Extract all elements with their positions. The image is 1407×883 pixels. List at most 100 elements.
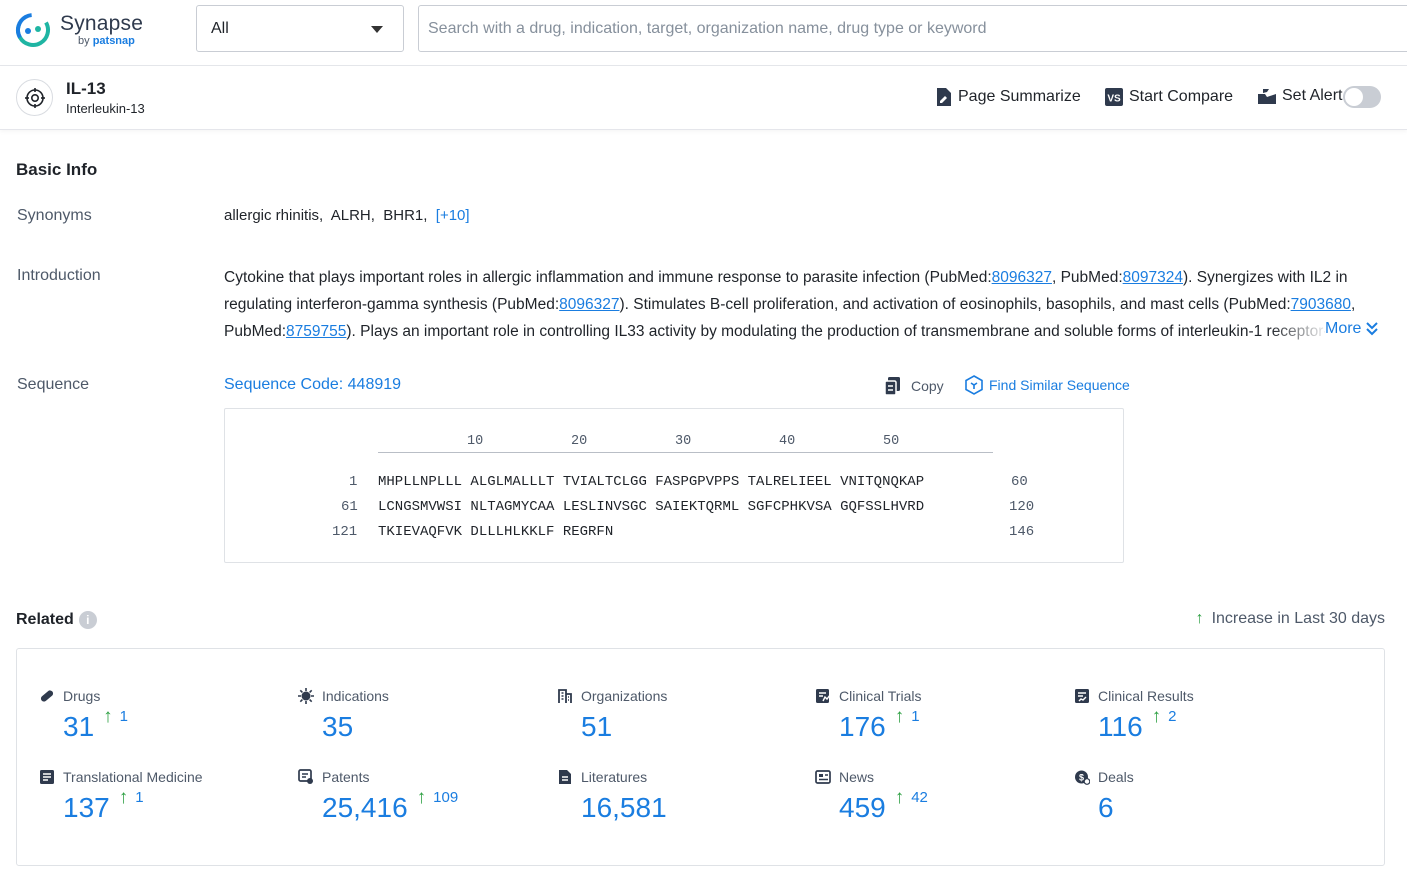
pubmed-link[interactable]: 7903680 [1291, 296, 1351, 313]
alert-toggle[interactable] [1343, 86, 1381, 108]
arrow-up-icon: ↑ [417, 788, 427, 808]
brand-by: by [78, 35, 90, 47]
target-icon [16, 79, 53, 116]
synonym-item: allergic rhinitis, [224, 207, 323, 224]
entity-title: IL-13 [66, 79, 106, 99]
introduction-more-button[interactable]: More [1325, 320, 1379, 338]
find-similar-sequence-button[interactable]: Find Similar Sequence [964, 375, 1130, 395]
stat-clinical-trials[interactable]: Clinical Trials 176↑1 [815, 687, 921, 705]
intro-text-segment: ). Stimulates B-cell proliferation, and … [619, 296, 1290, 313]
stat-value: 51 [581, 711, 612, 743]
search-input[interactable] [418, 5, 1407, 52]
stat-label: Clinical Trials [839, 688, 921, 704]
search-scope-select[interactable]: All [196, 5, 404, 52]
basic-info-title: Basic Info [16, 160, 97, 180]
stat-label: Patents [322, 769, 369, 785]
sequence-start-number: 1 [349, 474, 357, 490]
increase-legend-label: Increase in Last 30 days [1212, 610, 1385, 628]
synonym-item: ALRH, [331, 207, 375, 224]
sequence-residues: MHPLLNPLLL ALGLMALLLT TVIALTCLGG FASPGPV… [378, 474, 924, 490]
caret-down-icon [371, 26, 383, 33]
ruler-tick: 50 [883, 434, 899, 449]
introduction-text: Cytokine that plays important roles in a… [224, 264, 1384, 345]
stat-value: 31 [63, 711, 94, 743]
stat-value: 35 [322, 711, 353, 743]
stat-delta-value: 1 [911, 707, 919, 727]
sequence-start-number: 61 [341, 499, 358, 515]
intro-text-segment: ). Plays an important role in controllin… [224, 323, 1365, 345]
synonyms-more-link[interactable]: [+10] [436, 207, 470, 224]
pubmed-link[interactable]: 8096327 [559, 296, 619, 313]
stat-value: 176 [839, 711, 886, 743]
stat-delta: ↑2 [1152, 707, 1177, 727]
chart-doc-icon [1074, 688, 1090, 704]
arrow-up-icon: ↑ [1152, 707, 1162, 727]
stat-label: Literatures [581, 769, 647, 785]
compare-icon: VS [1104, 87, 1124, 107]
stat-literatures[interactable]: Literatures 16,581 [557, 768, 647, 786]
brand-byline: by patsnap [78, 35, 135, 47]
document-icon [557, 769, 573, 785]
stat-delta: ↑109 [417, 788, 459, 808]
ruler-tick: 20 [571, 434, 587, 449]
double-chevron-down-icon [1365, 321, 1379, 337]
stat-patents[interactable]: Patents 25,416↑109 [298, 768, 369, 786]
arrow-up-icon: ↑ [895, 707, 905, 727]
intro-fade [1270, 318, 1330, 344]
toggle-knob [1345, 88, 1363, 106]
page-summarize-button[interactable]: Page Summarize [935, 87, 1081, 107]
stat-drugs[interactable]: Drugs 31↑1 [39, 687, 100, 705]
start-compare-button[interactable]: VS Start Compare [1104, 87, 1233, 107]
sequence-start-number: 121 [332, 524, 357, 540]
sequence-residues: TKIEVAQFVK DLLLHLKKLF REGRFN [378, 524, 613, 540]
stat-translational-medicine[interactable]: Translational Medicine 137↑1 [39, 768, 203, 786]
entity-subtitle: Interleukin-13 [66, 101, 145, 116]
stat-organizations[interactable]: Organizations 51 [557, 687, 667, 705]
stat-value: 16,581 [581, 792, 667, 824]
related-title: Related i [16, 611, 97, 629]
arrow-up-icon: ↑ [1196, 610, 1204, 628]
copy-sequence-button[interactable]: Copy [883, 376, 944, 396]
top-bar: Synapse by patsnap All [0, 0, 1407, 66]
book-icon [39, 769, 55, 785]
brand-name: Synapse [60, 12, 143, 36]
alert-icon [1257, 87, 1277, 105]
arrow-up-icon: ↑ [895, 788, 905, 808]
svg-text:$: $ [1079, 773, 1084, 783]
info-icon[interactable]: i [79, 611, 97, 629]
stat-news[interactable]: News 459↑42 [815, 768, 874, 786]
stat-label: Indications [322, 688, 389, 704]
synapse-logo-icon[interactable] [15, 12, 51, 48]
stat-label: Organizations [581, 688, 667, 704]
increase-legend: ↑ Increase in Last 30 days [1196, 610, 1385, 628]
page-summarize-label: Page Summarize [958, 88, 1081, 106]
stat-label: Drugs [63, 688, 100, 704]
related-stats-panel: Drugs 31↑1 Indications 35 Organizations … [16, 648, 1385, 866]
brand-company: patsnap [93, 35, 135, 47]
stat-deals[interactable]: $Deals 6 [1074, 768, 1134, 786]
clipboard-icon [815, 688, 831, 704]
arrow-up-icon: ↑ [119, 788, 129, 808]
sequence-residues: LCNGSMVWSI NLTAGMYCAA LESLINVSGC SAIEKTQ… [378, 499, 924, 515]
stat-clinical-results[interactable]: Clinical Results 116↑2 [1074, 687, 1194, 705]
building-icon [557, 688, 573, 704]
sequence-code-link[interactable]: Sequence Code: 448919 [224, 376, 401, 394]
sequence-end-number: 120 [1009, 499, 1034, 515]
stat-label: Deals [1098, 769, 1134, 785]
set-alert-button[interactable]: Set Alert [1257, 87, 1342, 105]
stat-label: Clinical Results [1098, 688, 1194, 704]
start-compare-label: Start Compare [1129, 88, 1233, 106]
sequence-viewer: 10 20 30 40 50 1 MHPLLNPLLL ALGLMALLLT T… [224, 408, 1124, 563]
synonym-item: BHR1, [383, 207, 427, 224]
pubmed-link[interactable]: 8097324 [1123, 269, 1183, 286]
find-similar-label: Find Similar Sequence [989, 377, 1130, 393]
stat-value: 25,416 [322, 792, 408, 824]
sequence-end-number: 60 [1011, 474, 1028, 490]
pubmed-link[interactable]: 8759755 [286, 323, 346, 340]
synonyms-list: allergic rhinitis, ALRH, BHR1, [+10] [224, 207, 470, 224]
related-title-text: Related [16, 611, 74, 629]
entity-header: IL-13 Interleukin-13 Page Summarize VS S… [0, 66, 1407, 130]
pubmed-link[interactable]: 8096327 [992, 269, 1052, 286]
stat-indications[interactable]: Indications 35 [298, 687, 389, 705]
copy-icon [883, 376, 903, 396]
